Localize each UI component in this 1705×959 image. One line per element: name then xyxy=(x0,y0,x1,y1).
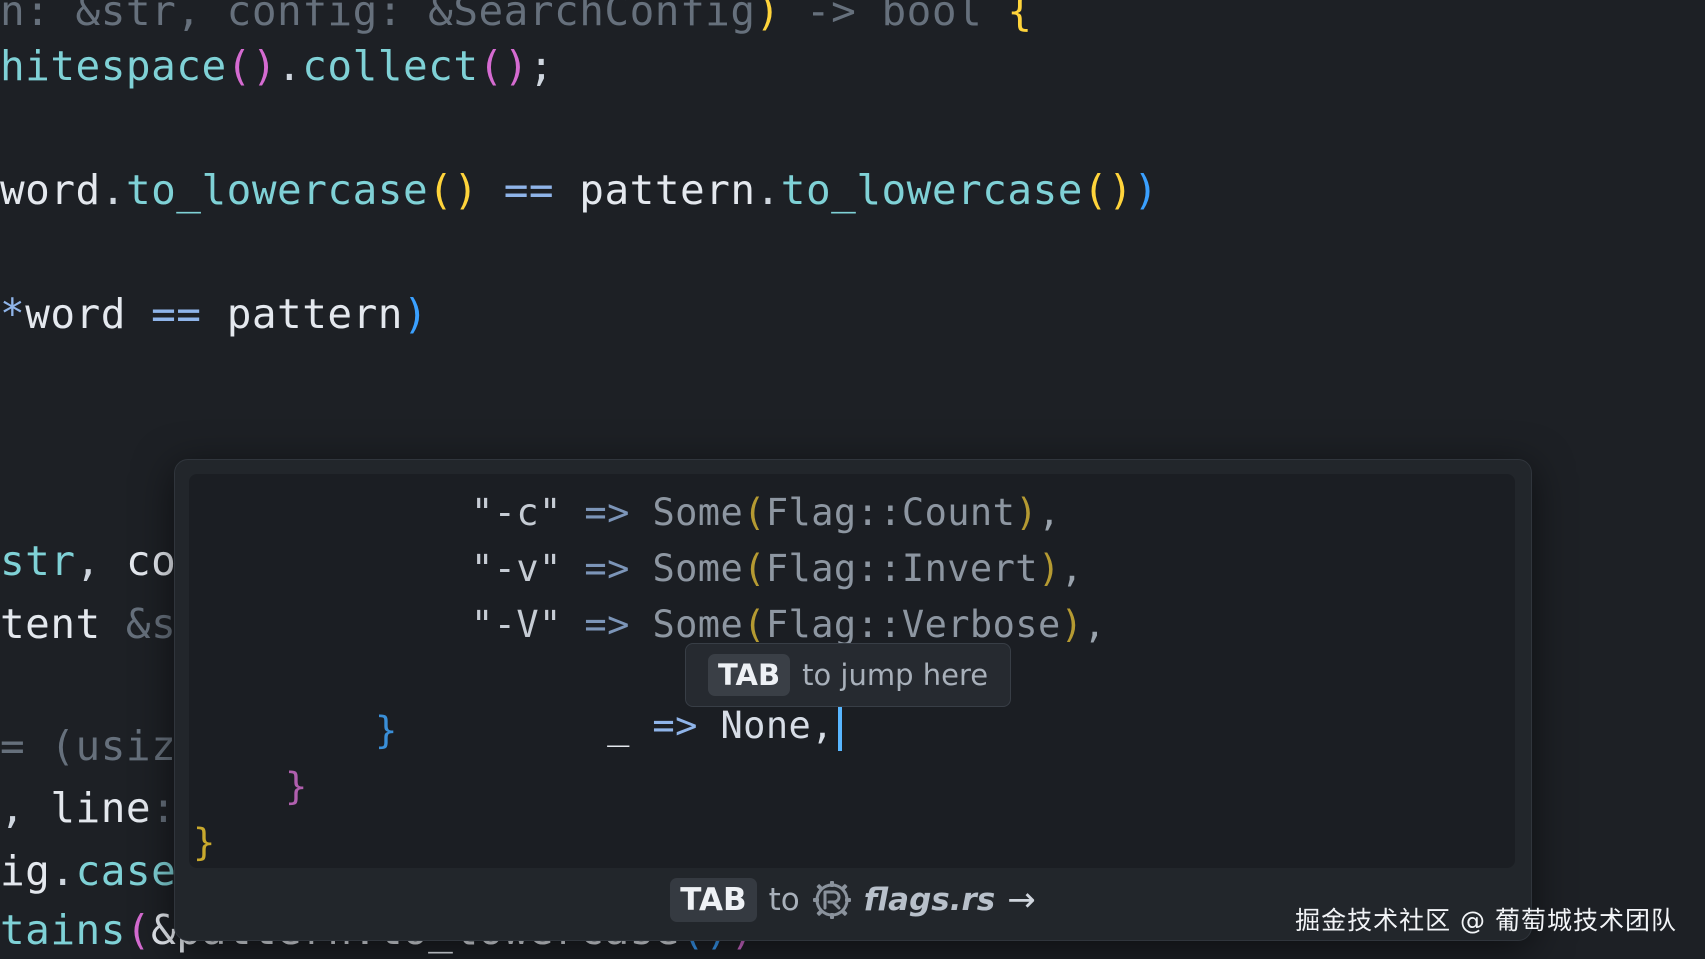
code-token: -> xyxy=(805,0,882,35)
code-line: hitespace().collect(); xyxy=(0,38,554,94)
tab-key-badge: TAB xyxy=(670,878,757,922)
jump-hint-text: to jump here xyxy=(802,658,989,692)
code-token: ( xyxy=(743,547,766,590)
code-token: Some xyxy=(652,491,744,534)
code-token: , xyxy=(75,537,126,585)
code-token: tent xyxy=(0,600,126,648)
code-token: ( xyxy=(743,603,766,646)
code-token: { xyxy=(1007,0,1033,35)
code-token: ) xyxy=(755,0,806,35)
code-token: => xyxy=(561,603,653,646)
prediction-line: "-v" => Some(Flag::Invert), xyxy=(471,544,1083,594)
code-token: pattern xyxy=(226,290,403,338)
code-token: () xyxy=(478,42,529,90)
footer-to-text: to xyxy=(768,882,800,918)
code-line: = (usiz xyxy=(0,718,176,774)
arrow-right-icon: → xyxy=(1007,880,1036,920)
code-token: to_lowercase xyxy=(780,166,1083,214)
code-token: , xyxy=(1037,491,1061,534)
code-token: . xyxy=(755,166,781,214)
code-token: ( xyxy=(743,491,766,534)
closing-brace: } xyxy=(285,765,308,808)
code-token: ) xyxy=(1060,603,1084,646)
closing-brace: } xyxy=(375,709,398,752)
watermark: 掘金技术社区 @ 葡萄城技术团队 xyxy=(1295,906,1677,935)
code-token: . xyxy=(277,42,303,90)
rust-logo-icon xyxy=(812,880,852,920)
code-token: ; xyxy=(528,42,555,90)
code-token: Some xyxy=(652,603,744,646)
code-token: str xyxy=(0,537,76,585)
code-token: line xyxy=(50,784,152,832)
code-line: *word == pattern) xyxy=(0,286,428,342)
code-token: Flag::Invert xyxy=(765,547,1038,590)
code-token: Flag::Verbose xyxy=(765,603,1061,646)
code-line: word.to_lowercase() == pattern.to_lowerc… xyxy=(0,162,1159,218)
code-token: = (usiz xyxy=(0,722,177,770)
code-token: collect xyxy=(302,42,479,90)
code-token: . xyxy=(50,847,76,895)
code-token: hitespace xyxy=(0,42,227,90)
code-line: tent &st xyxy=(0,596,201,652)
tab-key-badge: TAB xyxy=(708,654,791,696)
code-token: ( xyxy=(125,906,152,954)
prediction-preview: "-c" => Some(Flag::Count), "-v" => Some(… xyxy=(189,474,1515,868)
none-token: None, xyxy=(720,704,834,747)
code-token: => xyxy=(561,491,653,534)
code-token: * xyxy=(0,290,26,338)
code-token: () xyxy=(428,166,479,214)
prediction-line: "-c" => Some(Flag::Count), xyxy=(471,488,1061,538)
code-line: str, cor xyxy=(0,533,202,589)
code-token: "-c" xyxy=(471,491,562,534)
code-token: to_lowercase xyxy=(125,166,429,214)
code-line: ig.case_ xyxy=(0,843,201,899)
code-token: => xyxy=(561,547,653,590)
code-token: == xyxy=(478,166,580,214)
code-token: word xyxy=(25,290,126,338)
code-token: , xyxy=(0,784,51,832)
code-token: ) xyxy=(1015,491,1038,534)
code-token: () xyxy=(226,42,278,90)
code-token: n: &str, config: &SearchConfig xyxy=(0,0,756,35)
code-token: ) xyxy=(1133,166,1159,214)
code-token: == xyxy=(125,290,227,338)
code-token: : xyxy=(151,784,177,832)
code-token: , xyxy=(1060,547,1084,590)
code-token: . xyxy=(100,166,126,214)
tab-jump-hint[interactable]: TAB to jump here xyxy=(685,643,1012,707)
code-token: "-V" xyxy=(471,603,562,646)
code-token: word xyxy=(0,166,101,214)
closing-brace: } xyxy=(193,821,216,864)
code-token: Some xyxy=(652,547,744,590)
edit-prediction-popup[interactable]: "-c" => Some(Flag::Count), "-v" => Some(… xyxy=(174,459,1532,941)
underscore-token: _ xyxy=(607,704,630,747)
code-line: , line: xyxy=(0,780,176,836)
arrow-token: => xyxy=(629,704,721,747)
code-token: , xyxy=(1083,603,1107,646)
text-cursor xyxy=(837,704,842,751)
code-token: pattern xyxy=(579,166,756,214)
code-token: () xyxy=(1082,166,1134,214)
code-line: n: &str, config: &SearchConfig) -> bool … xyxy=(0,0,1033,39)
code-token: "-v" xyxy=(471,547,562,590)
code-token: ) xyxy=(1037,547,1061,590)
code-token: bool xyxy=(881,0,1008,35)
code-token: tains xyxy=(0,906,126,954)
code-token: Flag::Count xyxy=(765,491,1016,534)
target-filename: flags.rs xyxy=(863,882,996,918)
code-token: ) xyxy=(402,290,429,338)
code-token: ig xyxy=(0,847,51,895)
